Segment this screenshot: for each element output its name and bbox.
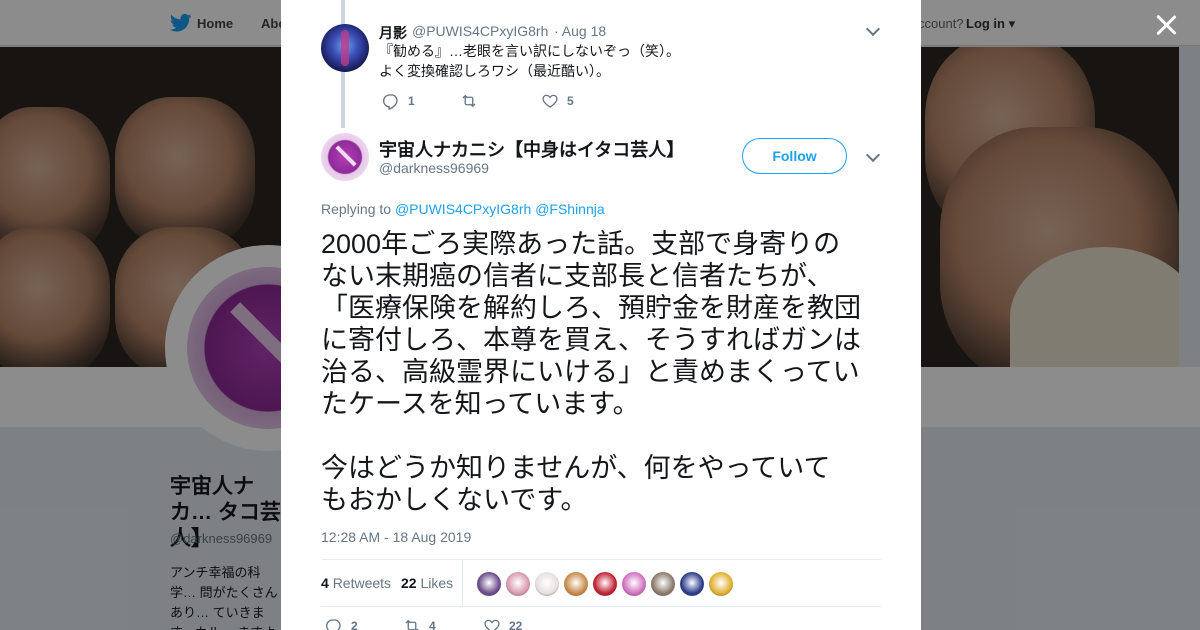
likes-stat[interactable]: 22 Likes: [401, 575, 453, 591]
main-tweet-text: 2000年ごろ実際あった話。支部で身寄りの ない末期癌の信者に支部長と信者たちが…: [321, 229, 861, 515]
replying-to-mention-1[interactable]: @PUWIS4CPxyIG8rh: [395, 201, 531, 217]
parent-like-button[interactable]: 5: [541, 92, 574, 110]
main-reply-button[interactable]: 2: [325, 617, 358, 630]
liker-avatar[interactable]: [651, 572, 675, 596]
parent-tweet-author-name[interactable]: 月影: [379, 23, 407, 43]
retweet-icon: [462, 94, 476, 108]
liker-avatar[interactable]: [680, 572, 704, 596]
close-icon[interactable]: [1153, 12, 1179, 38]
liker-avatar[interactable]: [709, 572, 733, 596]
main-retweet-button[interactable]: 4: [403, 617, 436, 630]
replying-to-mention-2[interactable]: @FShinnja: [535, 201, 604, 217]
parent-reply-count: 1: [408, 94, 415, 108]
tweet-stats-bar: 4 Retweets 22 Likes: [321, 559, 881, 607]
liker-avatar[interactable]: [564, 572, 588, 596]
parent-reply-button[interactable]: 1: [382, 92, 415, 110]
main-like-count: 22: [509, 619, 523, 630]
parent-tweet-menu-chevron-icon[interactable]: [865, 21, 881, 37]
main-reply-count: 2: [351, 619, 358, 630]
parent-retweet-button[interactable]: [460, 92, 478, 110]
heart-icon: [542, 94, 558, 108]
parent-tweet-text: 『勧める』…老眼を言い訳にしないぞっ（笑）。 よく変換確認しろワシ（最近酷い）。: [379, 43, 680, 79]
replying-to-line: Replying to @PUWIS4CPxyIG8rh @FShinnja: [321, 201, 605, 217]
tweet-permalink-modal: 月影 @PUWIS4CPxyIG8rh · Aug 18 『勧める』…老眼を言い…: [281, 0, 921, 630]
follow-button[interactable]: Follow: [742, 138, 847, 174]
parent-like-count: 5: [567, 94, 574, 108]
main-tweet-avatar[interactable]: [321, 133, 369, 181]
reply-icon: [325, 619, 341, 630]
liker-avatar[interactable]: [535, 572, 559, 596]
liker-avatar[interactable]: [622, 572, 646, 596]
main-tweet-menu-chevron-icon[interactable]: [865, 147, 881, 163]
heart-icon: [484, 619, 500, 630]
main-tweet-author-handle[interactable]: @darkness96969: [379, 160, 489, 176]
retweet-icon: [405, 619, 419, 630]
main-like-button[interactable]: 22: [483, 617, 522, 630]
main-tweet-author-name[interactable]: 宇宙人ナカニシ【中身はイタコ芸人】: [379, 136, 684, 162]
main-tweet-actions: 2 4 22: [321, 617, 881, 630]
liker-avatar[interactable]: [593, 572, 617, 596]
liker-avatar[interactable]: [477, 572, 501, 596]
reply-icon: [382, 94, 398, 110]
parent-tweet-avatar[interactable]: [321, 24, 369, 72]
parent-tweet-author-handle[interactable]: @PUWIS4CPxyIG8rh: [412, 23, 548, 39]
liker-avatar[interactable]: [506, 572, 530, 596]
retweets-stat[interactable]: 4 Retweets: [321, 575, 391, 591]
main-tweet-timestamp[interactable]: 12:28 AM - 18 Aug 2019: [321, 529, 471, 545]
parent-tweet-date[interactable]: · Aug 18: [554, 23, 606, 39]
main-retweet-count: 4: [429, 619, 436, 630]
